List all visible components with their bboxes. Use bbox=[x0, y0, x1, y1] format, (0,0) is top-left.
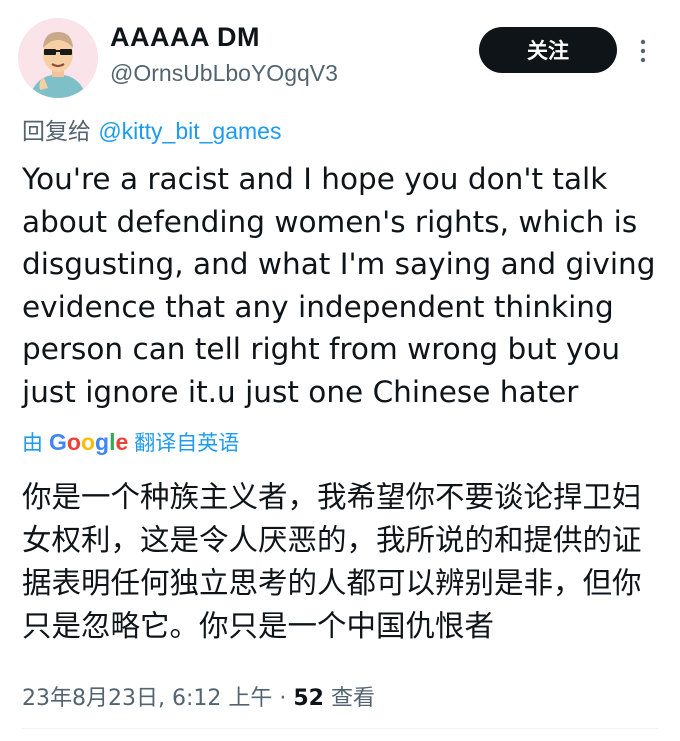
reply-context: 回复给 @kitty_bit_games bbox=[22, 112, 281, 146]
translated-from-link[interactable]: 翻译自英语 bbox=[134, 427, 239, 457]
google-logo: Google bbox=[49, 428, 129, 455]
tweet-text: You're a racist and I hope you don't tal… bbox=[22, 162, 656, 409]
avatar[interactable] bbox=[18, 18, 98, 98]
more-options-icon[interactable] bbox=[636, 38, 650, 64]
reply-prefix: 回复给 bbox=[22, 119, 99, 145]
translated-text: 你是一个种族主义者，我希望你不要谈论捍卫妇女权利，这是令人厌恶的，我所说的和提供… bbox=[22, 480, 642, 643]
meta-separator: · bbox=[272, 686, 294, 711]
reply-mention-link[interactable]: @kitty_bit_games bbox=[98, 118, 281, 144]
tweet-metadata: 23年8月23日, 6:12 上午 · 52 查看 bbox=[22, 680, 375, 712]
author-display-name[interactable]: AAAAA DM bbox=[110, 22, 260, 53]
avatar-illustration bbox=[18, 18, 98, 98]
translation-by: 由 bbox=[22, 431, 43, 455]
views-label: 查看 bbox=[323, 686, 375, 711]
tweet-timestamp[interactable]: 23年8月23日, 6:12 上午 bbox=[22, 686, 272, 711]
author-handle[interactable]: @OrnsUbLboYOgqV3 bbox=[110, 60, 338, 87]
follow-button[interactable]: 关注 bbox=[479, 27, 617, 73]
translation-attribution: 由 Google 翻译自英语 bbox=[22, 427, 239, 457]
views-count: 52 bbox=[293, 686, 324, 711]
divider bbox=[22, 728, 658, 729]
